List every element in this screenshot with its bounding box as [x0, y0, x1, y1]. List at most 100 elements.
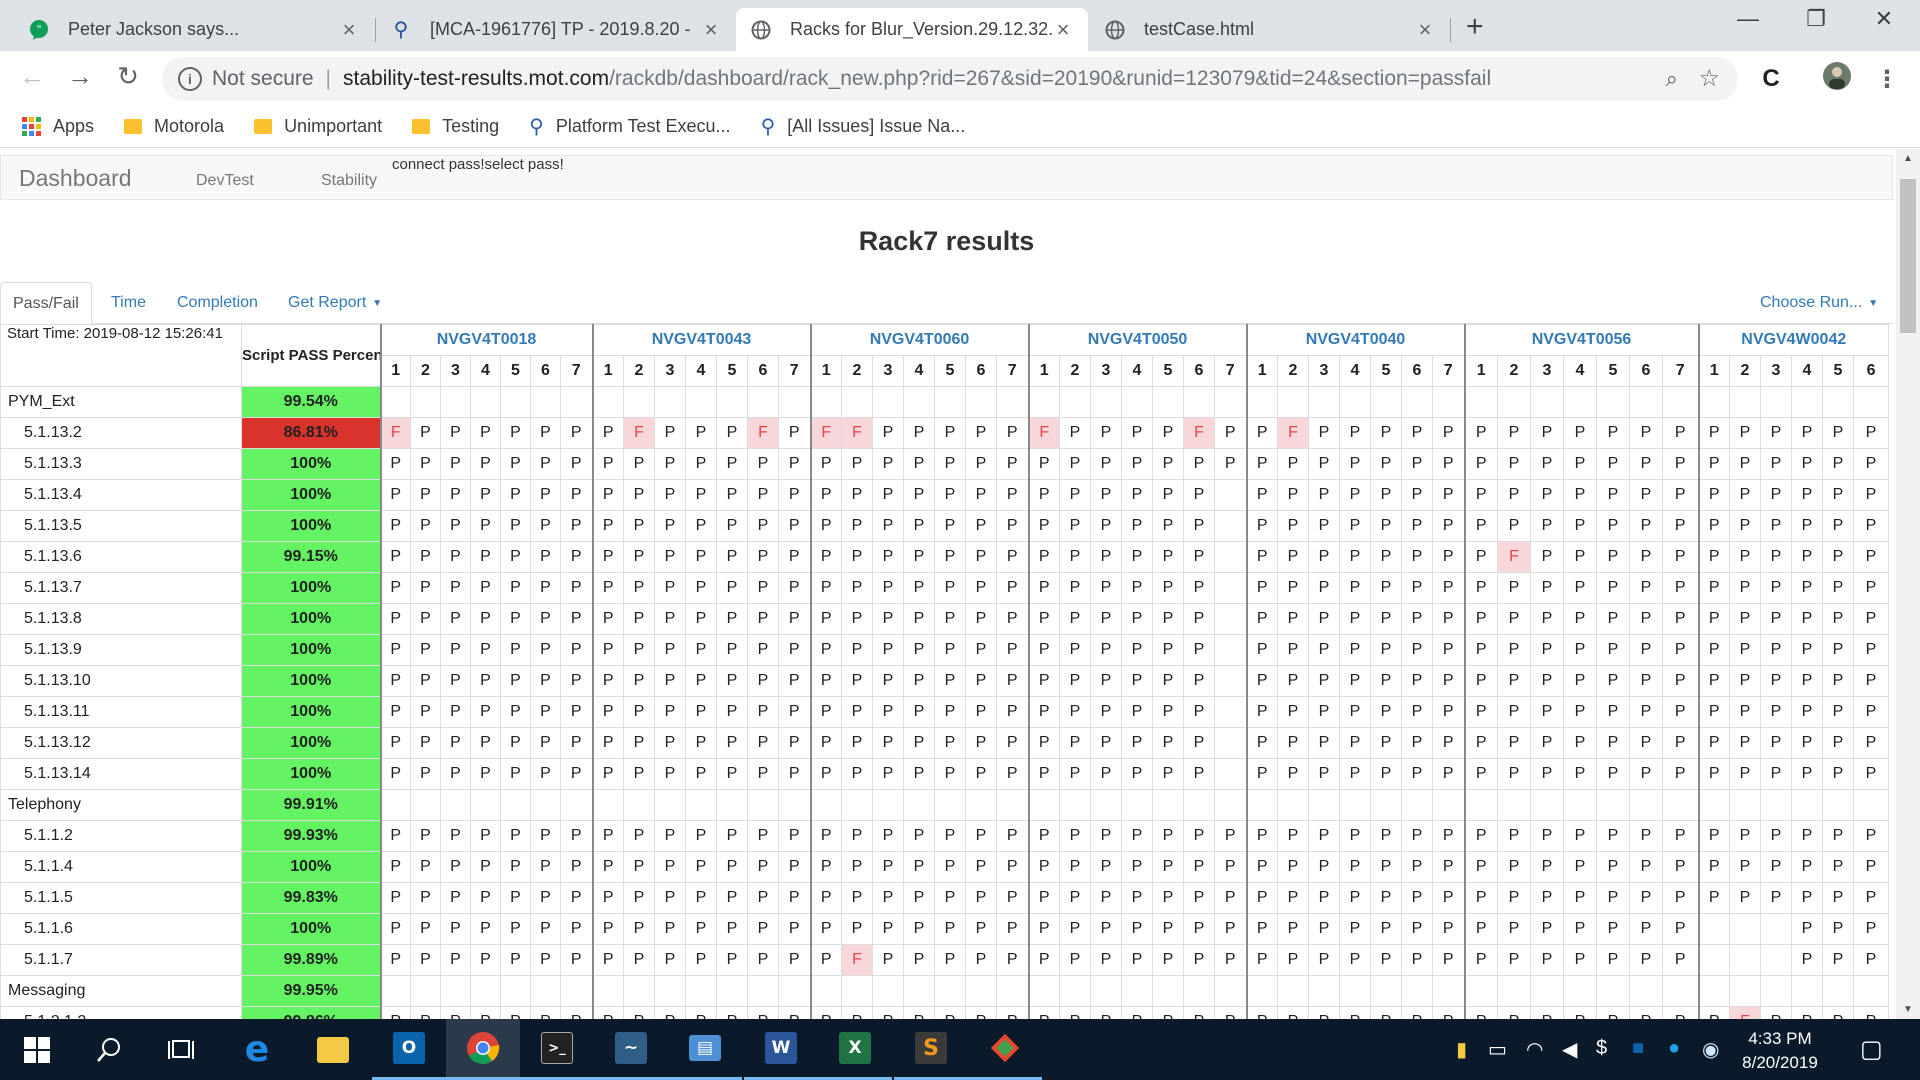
result-pass-cell[interactable]: P: [778, 417, 811, 449]
result-pass-cell[interactable]: P: [500, 882, 531, 914]
bookmark-all-issues[interactable]: ⚲ [All Issues] Issue Na...: [761, 114, 966, 139]
result-pass-cell[interactable]: P: [1432, 913, 1465, 945]
result-pass-cell[interactable]: P: [809, 727, 842, 759]
result-pass-cell[interactable]: P: [623, 572, 655, 604]
result-pass-cell[interactable]: P: [1152, 603, 1184, 635]
result-pass-cell[interactable]: P: [965, 541, 997, 573]
result-pass-cell[interactable]: P: [1629, 696, 1663, 728]
result-pass-cell[interactable]: P: [500, 1006, 531, 1019]
result-pass-cell[interactable]: P: [1463, 727, 1498, 759]
result-pass-cell[interactable]: P: [1530, 696, 1564, 728]
result-pass-cell[interactable]: P: [1697, 448, 1730, 480]
result-pass-cell[interactable]: P: [903, 944, 935, 976]
result-pass-cell[interactable]: P: [654, 510, 686, 542]
result-pass-cell[interactable]: P: [1563, 665, 1597, 697]
result-pass-cell[interactable]: P: [1401, 758, 1433, 790]
result-pass-cell[interactable]: P: [809, 696, 842, 728]
result-fail-cell[interactable]: F: [747, 417, 779, 449]
result-pass-cell[interactable]: P: [1121, 820, 1153, 852]
result-pass-cell[interactable]: P: [1027, 665, 1060, 697]
result-pass-cell[interactable]: P: [903, 727, 935, 759]
result-pass-cell[interactable]: P: [1662, 1006, 1699, 1019]
result-pass-cell[interactable]: P: [1729, 603, 1761, 635]
result-pass-cell[interactable]: P: [623, 634, 655, 666]
result-pass-cell[interactable]: P: [1121, 665, 1153, 697]
result-pass-cell[interactable]: P: [965, 696, 997, 728]
result-pass-cell[interactable]: P: [1822, 448, 1854, 480]
result-pass-cell[interactable]: P: [1214, 944, 1247, 976]
result-pass-cell[interactable]: P: [1822, 665, 1854, 697]
result-pass-cell[interactable]: P: [410, 479, 441, 511]
result-pass-cell[interactable]: P: [934, 944, 966, 976]
result-pass-cell[interactable]: P: [934, 851, 966, 883]
result-pass-cell[interactable]: P: [1059, 541, 1091, 573]
close-window-button[interactable]: ✕: [1864, 6, 1904, 32]
result-pass-cell[interactable]: P: [1629, 727, 1663, 759]
result-pass-cell[interactable]: P: [1245, 758, 1278, 790]
result-pass-cell[interactable]: P: [1852, 851, 1890, 883]
device-header[interactable]: NVGV4T0040: [1245, 324, 1465, 356]
result-pass-cell[interactable]: P: [747, 541, 779, 573]
result-pass-cell[interactable]: P: [1791, 851, 1823, 883]
result-pass-cell[interactable]: P: [1530, 851, 1564, 883]
browser-tab[interactable]: ⚲ [MCA-1961776] TP - 2019.8.20 - ×: [376, 8, 736, 51]
result-pass-cell[interactable]: P: [1432, 479, 1465, 511]
result-pass-cell[interactable]: P: [1662, 944, 1699, 976]
result-pass-cell[interactable]: P: [560, 541, 593, 573]
result-fail-cell[interactable]: F: [623, 417, 655, 449]
result-pass-cell[interactable]: P: [778, 634, 811, 666]
result-pass-cell[interactable]: P: [560, 882, 593, 914]
result-pass-cell[interactable]: P: [440, 417, 471, 449]
result-pass-cell[interactable]: P: [1214, 913, 1247, 945]
result-pass-cell[interactable]: P: [809, 634, 842, 666]
result-pass-cell[interactable]: P: [685, 696, 717, 728]
result-pass-cell[interactable]: P: [560, 1006, 593, 1019]
result-pass-cell[interactable]: P: [654, 851, 686, 883]
result-pass-cell[interactable]: P: [530, 665, 561, 697]
result-pass-cell[interactable]: P: [530, 944, 561, 976]
result-pass-cell[interactable]: P: [1791, 448, 1823, 480]
result-pass-cell[interactable]: P: [623, 913, 655, 945]
result-pass-cell[interactable]: P: [1277, 572, 1309, 604]
result-pass-cell[interactable]: P: [716, 727, 748, 759]
result-pass-cell[interactable]: P: [934, 1006, 966, 1019]
result-pass-cell[interactable]: P: [1596, 758, 1630, 790]
result-pass-cell[interactable]: P: [1059, 696, 1091, 728]
result-pass-cell[interactable]: P: [560, 634, 593, 666]
result-pass-cell[interactable]: P: [1401, 634, 1433, 666]
result-pass-cell[interactable]: P: [1563, 448, 1597, 480]
result-pass-cell[interactable]: P: [654, 913, 686, 945]
result-pass-cell[interactable]: P: [1277, 1006, 1309, 1019]
result-pass-cell[interactable]: P: [1729, 541, 1761, 573]
result-pass-cell[interactable]: P: [747, 572, 779, 604]
result-pass-cell[interactable]: P: [872, 913, 904, 945]
result-pass-cell[interactable]: P: [1245, 696, 1278, 728]
result-pass-cell[interactable]: P: [1530, 448, 1564, 480]
result-pass-cell[interactable]: P: [1497, 634, 1531, 666]
result-pass-cell[interactable]: P: [996, 417, 1029, 449]
result-pass-cell[interactable]: P: [1183, 665, 1215, 697]
result-pass-cell[interactable]: P: [965, 634, 997, 666]
result-pass-cell[interactable]: P: [379, 758, 411, 790]
result-pass-cell[interactable]: P: [1245, 913, 1278, 945]
result-pass-cell[interactable]: P: [1596, 572, 1630, 604]
result-pass-cell[interactable]: P: [1463, 541, 1498, 573]
result-pass-cell[interactable]: P: [440, 851, 471, 883]
result-pass-cell[interactable]: P: [965, 1006, 997, 1019]
bookmark-unimportant[interactable]: Unimportant: [254, 116, 382, 137]
result-pass-cell[interactable]: P: [1277, 448, 1309, 480]
result-pass-cell[interactable]: P: [1277, 510, 1309, 542]
result-pass-cell[interactable]: P: [654, 572, 686, 604]
result-pass-cell[interactable]: P: [747, 448, 779, 480]
result-pass-cell[interactable]: P: [379, 1006, 411, 1019]
result-pass-cell[interactable]: P: [1059, 417, 1091, 449]
result-pass-cell[interactable]: P: [410, 1006, 441, 1019]
maximize-button[interactable]: ❐: [1796, 6, 1836, 32]
taskbar-word[interactable]: W: [744, 1019, 818, 1080]
result-pass-cell[interactable]: P: [654, 634, 686, 666]
result-pass-cell[interactable]: P: [500, 913, 531, 945]
result-pass-cell[interactable]: P: [1090, 572, 1122, 604]
result-pass-cell[interactable]: P: [379, 913, 411, 945]
nav-devtest[interactable]: DevTest: [196, 172, 254, 190]
result-pass-cell[interactable]: P: [1852, 665, 1890, 697]
